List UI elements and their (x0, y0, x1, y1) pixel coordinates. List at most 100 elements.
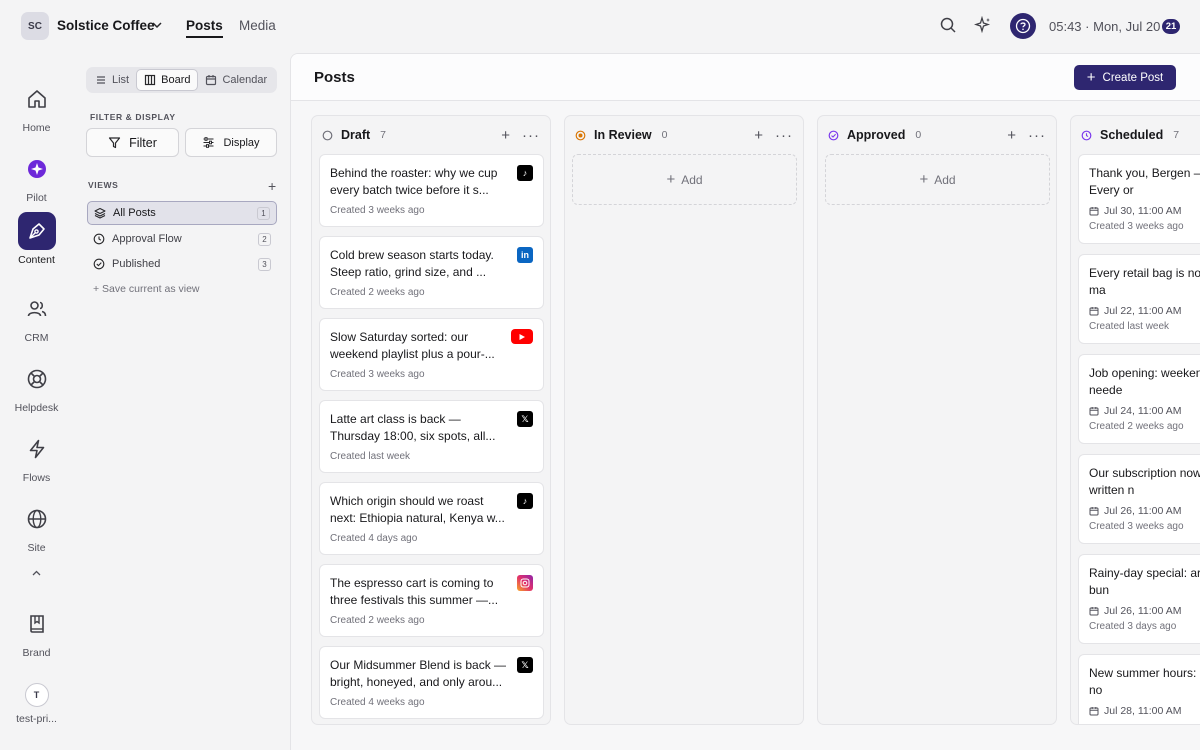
column-title: Scheduled (1100, 128, 1164, 142)
plus-icon: + (919, 171, 929, 188)
layers-icon (94, 208, 106, 219)
view-all-posts[interactable]: All Posts 1 (87, 201, 277, 225)
filter-icon (109, 137, 121, 149)
globe-icon (27, 509, 46, 529)
clock: 05:43 · Mon, Jul 20 (1049, 19, 1161, 34)
views-section-label: VIEWS (88, 180, 119, 190)
in-review-status-icon (575, 130, 586, 140)
rail-label: test-pri... (16, 713, 57, 725)
post-card[interactable]: Our Midsummer Blend is back — bright, ho… (319, 646, 544, 719)
help-button[interactable] (1010, 13, 1036, 39)
rail-item-brand[interactable]: Brand (0, 605, 73, 659)
column-scheduled: Scheduled 7 Thank you, Bergen — subscrib… (1070, 115, 1200, 725)
rail-item-crm[interactable]: CRM (0, 290, 73, 344)
sliders-icon (203, 137, 214, 148)
column-header: In Review 0 + ··· (565, 116, 803, 154)
column-count: 0 (661, 129, 668, 141)
more-icon[interactable]: ··· (1028, 127, 1046, 144)
rail-label: Helpdesk (14, 402, 59, 414)
rail-item-flows[interactable]: Flows (0, 430, 73, 484)
avatar: T (24, 683, 49, 707)
chevron-up-icon[interactable] (31, 569, 42, 577)
view-approval-flow[interactable]: Approval Flow 2 (87, 227, 277, 251)
view-published[interactable]: Published 3 (87, 252, 277, 276)
approved-status-icon (828, 130, 839, 140)
youtube-icon (511, 329, 533, 344)
page-header: Posts + Create Post (291, 54, 1200, 101)
create-post-button[interactable]: + Create Post (1074, 65, 1176, 90)
post-card[interactable]: Which origin should we roast next: Ethio… (319, 482, 544, 555)
rail-label: Brand (22, 647, 51, 659)
post-card[interactable]: Cold brew season starts today. Steep rat… (319, 236, 544, 309)
page-title: Posts (314, 69, 355, 86)
calendar-icon (1089, 707, 1099, 716)
view-count: 3 (258, 257, 271, 271)
tab-media[interactable]: Media (239, 18, 276, 33)
clock-icon (93, 233, 105, 245)
rail-item-pilot[interactable]: Pilot (0, 150, 73, 204)
rail-label: Site (27, 542, 46, 554)
add-card-icon[interactable]: + (501, 127, 510, 144)
column-header: Draft 7 + ··· (312, 116, 550, 154)
workspace-avatar[interactable]: SC (21, 12, 49, 40)
instagram-icon (517, 575, 533, 591)
rail-item-user[interactable]: T test-pri... (0, 683, 73, 725)
workspace-name[interactable]: Solstice Coffee (57, 18, 155, 33)
post-card[interactable]: Latte art class is back — Thursday 18:00… (319, 400, 544, 473)
post-card[interactable]: The espresso cart is coming to three fes… (319, 564, 544, 637)
rail-label: Pilot (26, 192, 47, 204)
tab-list[interactable]: List (88, 69, 136, 91)
post-card[interactable]: Slow Saturday sorted: our weekend playli… (319, 318, 544, 391)
x-icon: 𝕏 (517, 411, 533, 427)
chevron-down-icon[interactable] (151, 19, 163, 31)
search-icon[interactable] (939, 16, 957, 34)
post-card[interactable]: Behind the roaster: why we cup every bat… (319, 154, 544, 227)
filter-button[interactable]: Filter (86, 128, 179, 157)
column-title: Approved (847, 128, 906, 142)
users-icon (27, 301, 46, 317)
column-header: Approved 0 + ··· (818, 116, 1056, 154)
save-view-link[interactable]: + Save current as view (93, 283, 200, 295)
calendar-icon (1089, 507, 1099, 516)
more-icon[interactable]: ··· (522, 127, 540, 144)
column-count: 7 (380, 129, 387, 141)
tab-board[interactable]: Board (136, 69, 199, 91)
post-card[interactable]: Rainy-day special: ar and a cardamom bun… (1078, 554, 1200, 644)
scheduled-status-icon (1081, 130, 1092, 140)
tab-calendar[interactable]: Calendar (198, 69, 274, 91)
rail-item-helpdesk[interactable]: Helpdesk (0, 360, 73, 414)
rail-label: Home (22, 122, 51, 134)
rail-label: Content (18, 254, 55, 266)
book-icon (29, 615, 44, 633)
post-card[interactable]: Our subscription now add a hand-written … (1078, 454, 1200, 544)
circle-status-icon (322, 130, 333, 140)
lightning-icon (29, 439, 44, 459)
rail-item-site[interactable]: Site (0, 500, 73, 554)
tab-posts[interactable]: Posts (186, 18, 223, 38)
notification-badge[interactable]: 21 (1162, 19, 1180, 34)
add-card-icon[interactable]: + (1007, 127, 1016, 144)
add-view-button[interactable]: + (268, 178, 276, 194)
add-card-zone[interactable]: + Add (825, 154, 1050, 205)
column-title: Draft (341, 128, 371, 142)
column-draft: Draft 7 + ··· Behind the roaster: why we… (311, 115, 551, 725)
sparkles-icon[interactable] (974, 16, 992, 34)
post-card[interactable]: Every retail bag is no recyclable mono-m… (1078, 254, 1200, 344)
top-bar: SC Solstice Coffee Posts Media 05:43 · M… (0, 0, 1200, 53)
rail-label: CRM (24, 332, 49, 344)
post-card[interactable]: Thank you, Bergen — subscribers. Every o… (1078, 154, 1200, 244)
add-card-icon[interactable]: + (754, 127, 763, 144)
rail-item-home[interactable]: Home (0, 80, 73, 134)
add-card-zone[interactable]: + Add (572, 154, 797, 205)
calendar-icon (1089, 607, 1099, 616)
display-button[interactable]: Display (185, 128, 277, 157)
column-approved: Approved 0 + ··· + Add (817, 115, 1057, 725)
plus-icon: + (666, 171, 676, 188)
more-icon[interactable]: ··· (775, 127, 793, 144)
linkedin-icon: in (517, 247, 533, 263)
post-card[interactable]: New summer hours: 7:00 on weekdays no Ju… (1078, 654, 1200, 724)
post-card[interactable]: Job opening: weeken No experience neede … (1078, 354, 1200, 444)
plus-icon: + (1086, 69, 1096, 86)
pilot-icon (27, 160, 46, 178)
rail-item-content[interactable]: Content (0, 212, 73, 266)
